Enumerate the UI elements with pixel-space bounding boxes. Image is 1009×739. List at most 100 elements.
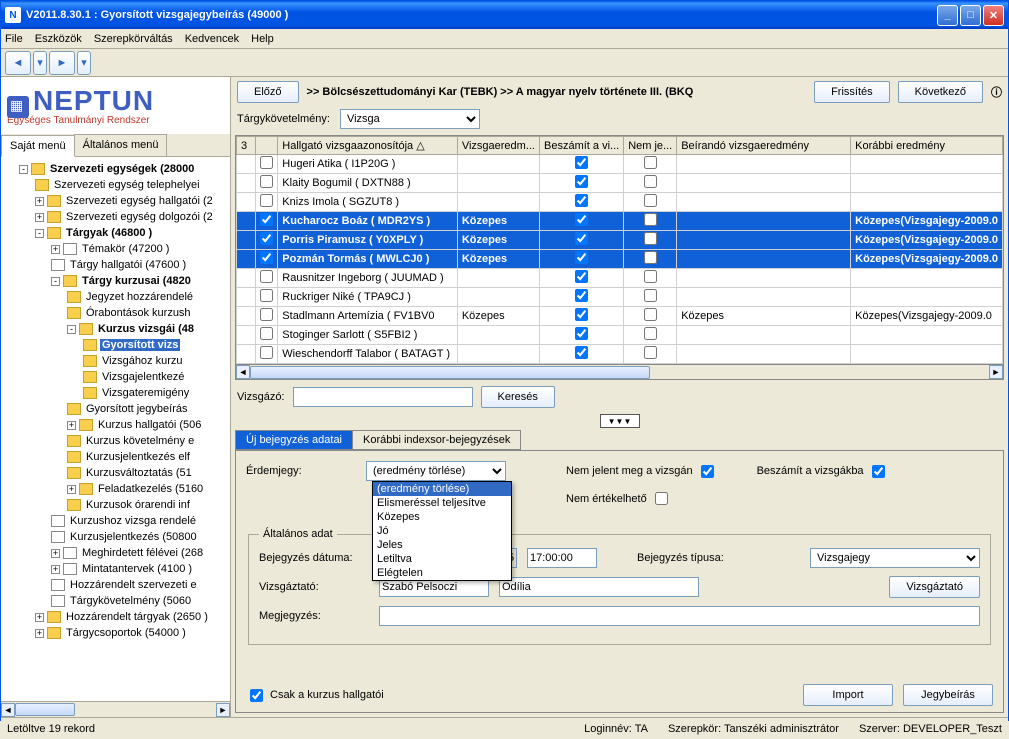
tree-item[interactable]: Vizsgateremigény — [100, 387, 191, 399]
tree-item[interactable]: Kurzus követelmény e — [84, 435, 196, 447]
tree-toggle[interactable]: + — [35, 197, 44, 206]
cell-counts-checkbox[interactable] — [575, 327, 588, 340]
cell-noshow-checkbox[interactable] — [644, 270, 657, 283]
scroll-thumb[interactable] — [250, 366, 650, 379]
import-button[interactable]: Import — [803, 684, 893, 706]
menu-favorites[interactable]: Kedvencek — [185, 33, 239, 45]
col-result[interactable]: Vizsgaeredm... — [457, 137, 539, 155]
row-checkbox[interactable] — [260, 213, 273, 226]
tree-item[interactable]: Kurzus vizsgái (48 — [96, 323, 196, 335]
col-oldresult[interactable]: Korábbi eredmény — [851, 137, 1003, 155]
tree-toggle[interactable]: - — [51, 277, 60, 286]
cell-noshow-checkbox[interactable] — [644, 213, 657, 226]
cell-counts-checkbox[interactable] — [575, 270, 588, 283]
help-icon[interactable]: ⓘ — [991, 84, 1002, 100]
cell-noshow-checkbox[interactable] — [644, 346, 657, 359]
tree-item[interactable]: Meghirdetett félévei (268 — [80, 547, 205, 559]
menu-help[interactable]: Help — [251, 33, 274, 45]
tree-item[interactable]: Mintatantervek (4100 ) — [80, 563, 194, 575]
table-row[interactable]: Kucharocz Boáz ( MDR2YS )KözepesKözepes(… — [237, 212, 1003, 231]
tree-toggle[interactable]: - — [19, 165, 28, 174]
tree-item[interactable]: Feladatkezelés (5160 — [96, 483, 205, 495]
col-noshow[interactable]: Nem je... — [624, 137, 677, 155]
grade-select[interactable]: (eredmény törlése) — [366, 461, 506, 481]
write-button[interactable]: Jegybeírás — [903, 684, 993, 706]
cell-counts-checkbox[interactable] — [575, 175, 588, 188]
table-row[interactable]: Ruckriger Niké ( TPA9CJ ) — [237, 288, 1003, 307]
scroll-left-icon[interactable]: ◄ — [236, 365, 250, 379]
grade-option[interactable]: Letiltva — [373, 552, 511, 566]
table-row[interactable]: Stoginger Sarlott ( S5FBI2 ) — [237, 326, 1003, 345]
tree-toggle[interactable]: + — [67, 421, 76, 430]
tree-item[interactable]: Kurzusjelentkezés elf — [84, 451, 192, 463]
table-row[interactable]: Porris Piramusz ( Y0XPLY )KözepesKözepes… — [237, 231, 1003, 250]
tree-item[interactable]: Hozzárendelt szervezeti e — [68, 579, 199, 591]
col-check[interactable] — [256, 137, 278, 155]
cell-counts-checkbox[interactable] — [575, 194, 588, 207]
row-checkbox[interactable] — [260, 308, 273, 321]
row-checkbox[interactable] — [260, 232, 273, 245]
comment-input[interactable] — [379, 606, 980, 626]
tree[interactable]: - Szervezeti egységek (28000 Szervezeti e… — [1, 157, 230, 701]
requirement-select[interactable]: Vizsga — [340, 109, 480, 129]
table-row[interactable]: Knizs Imola ( SGZUT8 ) — [237, 193, 1003, 212]
time-input[interactable] — [527, 548, 597, 568]
tree-item[interactable]: Szervezeti egység telephelyei — [52, 179, 202, 191]
grade-option[interactable]: Jó — [373, 524, 511, 538]
tab-prev-entries[interactable]: Korábbi indexsor-bejegyzések — [352, 430, 521, 450]
scroll-left-icon[interactable]: ◄ — [1, 703, 15, 717]
expand-down-icon[interactable]: ▼▼▼ — [600, 414, 640, 428]
nav-back-dropdown[interactable]: ▾ — [33, 51, 47, 75]
cell-counts-checkbox[interactable] — [575, 289, 588, 302]
tree-item[interactable]: Tárgykövetelmény (5060 — [68, 595, 193, 607]
tree-toggle[interactable]: + — [35, 629, 44, 638]
tree-scrollbar[interactable]: ◄ ► — [1, 701, 230, 717]
nav-back-button[interactable]: ◄ — [5, 51, 31, 75]
refresh-button[interactable]: Frissítés — [814, 81, 890, 103]
tree-toggle[interactable]: + — [51, 245, 60, 254]
row-checkbox[interactable] — [260, 327, 273, 340]
maximize-button[interactable]: □ — [960, 5, 981, 26]
nav-forward-dropdown[interactable]: ▾ — [77, 51, 91, 75]
tree-item[interactable]: Kurzushoz vizsga rendelé — [68, 515, 198, 527]
tab-general-menu[interactable]: Általános menü — [74, 134, 168, 156]
close-button[interactable]: ✕ — [983, 5, 1004, 26]
cell-counts-checkbox[interactable] — [575, 346, 588, 359]
tree-item[interactable]: Tárgycsoportok (54000 ) — [64, 627, 188, 639]
cell-noshow-checkbox[interactable] — [644, 308, 657, 321]
tree-item[interactable]: Gyorsított jegybeírás — [84, 403, 190, 415]
cell-counts-checkbox[interactable] — [575, 308, 588, 321]
grade-option[interactable]: Közepes — [373, 510, 511, 524]
tree-root[interactable]: Szervezeti egységek (28000 — [48, 163, 196, 175]
nav-forward-button[interactable]: ► — [49, 51, 75, 75]
col-newresult[interactable]: Beírandó vizsgaeredmény — [677, 137, 851, 155]
tree-toggle[interactable]: - — [35, 229, 44, 238]
cell-noshow-checkbox[interactable] — [644, 194, 657, 207]
cell-noshow-checkbox[interactable] — [644, 175, 657, 188]
tree-item[interactable]: Témakör (47200 ) — [80, 243, 171, 255]
tree-item[interactable]: Tárgy kurzusai (4820 — [80, 275, 193, 287]
tab-own-menu[interactable]: Saját menü — [1, 135, 75, 157]
only-course-checkbox[interactable] — [250, 689, 263, 702]
examiner-button[interactable]: Vizsgáztató — [889, 576, 980, 598]
row-checkbox[interactable] — [260, 289, 273, 302]
cell-counts-checkbox[interactable] — [575, 251, 588, 264]
row-checkbox[interactable] — [260, 346, 273, 359]
tree-item[interactable]: Hozzárendelt tárgyak (2650 ) — [64, 611, 210, 623]
tree-item[interactable]: Kurzus hallgatói (506 — [96, 419, 203, 431]
cell-noshow-checkbox[interactable] — [644, 289, 657, 302]
menu-tools[interactable]: Eszközök — [35, 33, 82, 45]
noteval-checkbox[interactable] — [655, 492, 668, 505]
examiner-first-input[interactable] — [499, 577, 699, 597]
type-select[interactable]: Vizsgajegy — [810, 548, 980, 568]
tree-item[interactable]: Kurzusok órarendi inf — [84, 499, 192, 511]
row-checkbox[interactable] — [260, 156, 273, 169]
col-student[interactable]: Hallgató vizsgaazonosítója △ — [278, 137, 458, 155]
grade-option[interactable]: Elégtelen — [373, 566, 511, 580]
scroll-right-icon[interactable]: ► — [216, 703, 230, 717]
col-num[interactable]: 3 — [237, 137, 256, 155]
table-row[interactable]: Rausnitzer Ingeborg ( JUUMAD ) — [237, 269, 1003, 288]
grade-dropdown-list[interactable]: (eredmény törlése)Elismeréssel teljesítv… — [372, 481, 512, 581]
tree-toggle[interactable]: + — [35, 613, 44, 622]
tree-toggle[interactable]: + — [51, 565, 60, 574]
